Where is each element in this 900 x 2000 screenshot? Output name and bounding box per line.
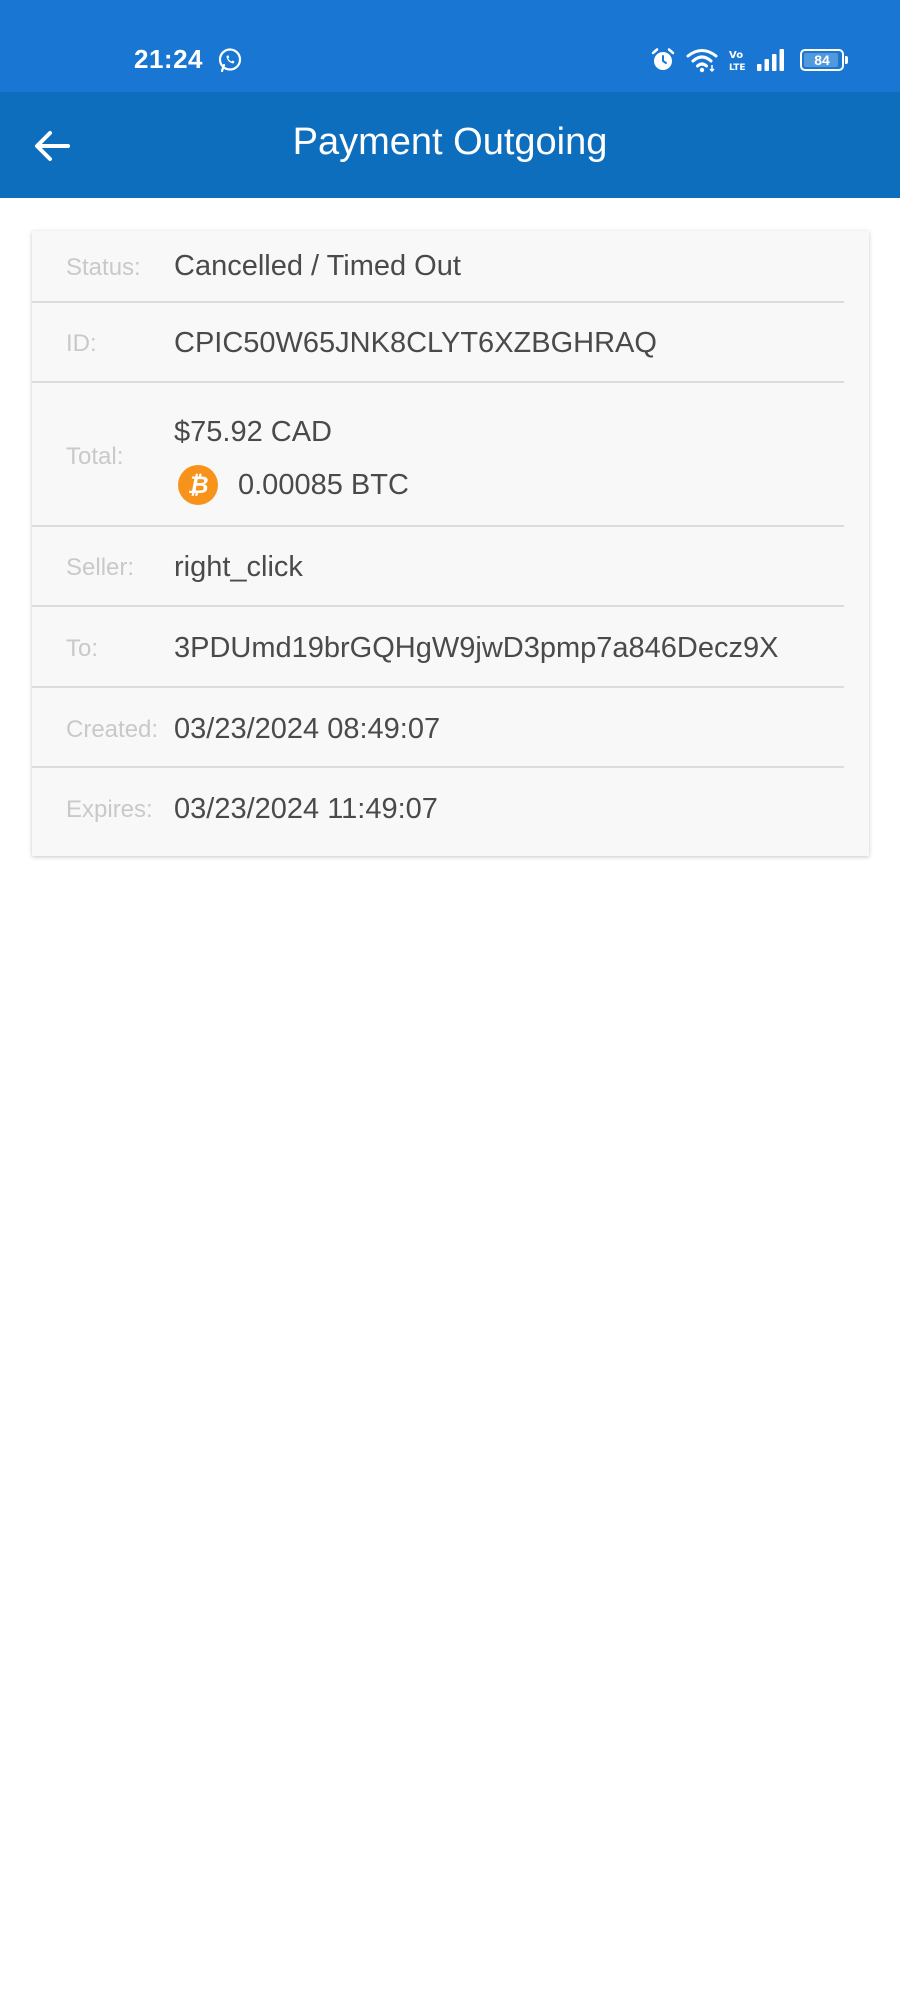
alarm-icon (650, 47, 676, 73)
to-address[interactable]: 3PDUmd19brGQHgW9jwD3pmp7a846Decz9X (174, 632, 778, 665)
page-title: Payment Outgoing (292, 121, 608, 163)
seller-row: Seller: right_click (32, 527, 844, 605)
expires-label: Expires: (66, 796, 153, 823)
total-crypto-currency: BTC (350, 469, 409, 501)
battery-level: 84 (814, 52, 830, 68)
total-crypto: 0.00085 BTC (238, 469, 409, 502)
total-row: Total: $75.92 CAD ₿ 0.00085 BTC (32, 383, 844, 527)
status-row: Status: Cancelled / Timed Out (32, 231, 844, 302)
id-value[interactable]: CPIC50W65JNK8CLYT6XZBGHRAQ (174, 327, 657, 360)
status-bar: 21:24 Vo LTE 84 (0, 0, 900, 92)
status-time: 21:24 (134, 44, 203, 74)
payment-details-card: Status: Cancelled / Timed Out ID: CPIC50… (32, 231, 869, 856)
signal-icon (756, 48, 786, 72)
created-label: Created: (66, 716, 159, 743)
svg-text:Vo: Vo (729, 50, 743, 61)
total-fiat-currency: CAD (270, 416, 332, 448)
svg-text:LTE: LTE (729, 63, 746, 73)
created-row: Created: 03/23/2024 08:49:07 (32, 688, 844, 767)
status-value: Cancelled / Timed Out (174, 250, 461, 282)
expires-row: Expires: 03/23/2024 11:49:07 (32, 768, 844, 853)
battery-icon: 84 (800, 49, 848, 71)
status-icons: Vo LTE 84 (650, 46, 848, 74)
total-fiat: $75.92 CAD (174, 416, 332, 449)
total-label: Total: (66, 443, 124, 470)
created-value: 03/23/2024 08:49:07 (174, 713, 441, 745)
app-bar: Payment Outgoing (0, 92, 900, 198)
seller-value: right_click (174, 551, 303, 583)
svg-text:₿: ₿ (187, 471, 208, 499)
total-fiat-amount: $75.92 (174, 416, 263, 448)
total-crypto-amount: 0.00085 (238, 469, 343, 501)
id-row: ID: CPIC50W65JNK8CLYT6XZBGHRAQ (32, 303, 844, 383)
id-label: ID: (66, 330, 97, 357)
status-label: Status: (66, 254, 141, 281)
to-row: To: 3PDUmd19brGQHgW9jwD3pmp7a846Decz9X (32, 607, 844, 687)
to-label: To: (66, 635, 99, 662)
volte-icon: Vo LTE (728, 47, 746, 73)
whatsapp-icon (217, 47, 243, 73)
bitcoin-icon: ₿ (178, 465, 218, 505)
expires-value: 03/23/2024 11:49:07 (174, 793, 438, 825)
seller-label: Seller: (66, 554, 135, 581)
wifi-icon (686, 47, 718, 73)
